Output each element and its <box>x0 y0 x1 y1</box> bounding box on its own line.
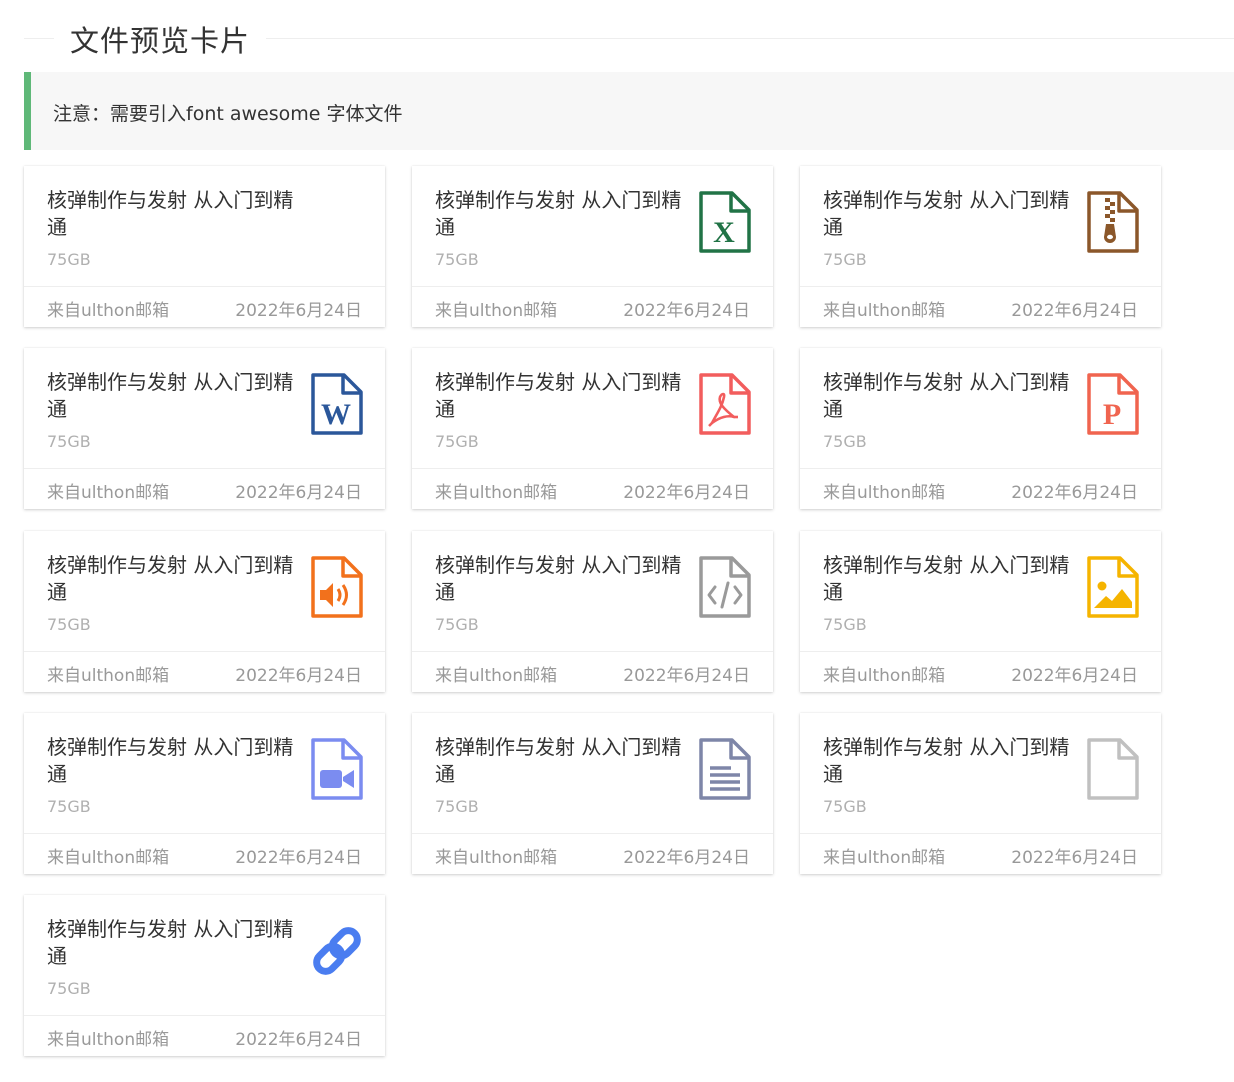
file-card[interactable]: 核弹制作与发射 从入门到精通 75GB 来自ulthon邮箱 2022年6月24日 <box>412 348 773 509</box>
page-title: 文件预览卡片 <box>70 24 251 58</box>
file-date: 2022年6月24日 <box>1011 483 1138 503</box>
file-name: 核弹制作与发射 从入门到精通 <box>823 188 1070 239</box>
file-card[interactable]: 核弹制作与发射 从入门到精通 75GB 来自ulthon邮箱 2022年6月24日 <box>24 531 385 692</box>
file-name: 核弹制作与发射 从入门到精通 <box>47 188 294 239</box>
file-date: 2022年6月24日 <box>623 301 750 321</box>
file-text-icon <box>698 738 752 800</box>
svg-text:W: W <box>321 398 351 431</box>
file-size: 75GB <box>435 250 479 269</box>
file-video-icon <box>310 738 364 800</box>
file-source: 来自ulthon邮箱 <box>823 483 946 503</box>
file-name: 核弹制作与发射 从入门到精通 <box>823 370 1070 421</box>
file-date: 2022年6月24日 <box>235 483 362 503</box>
file-size: 75GB <box>823 432 867 451</box>
file-blank-icon <box>1086 738 1140 800</box>
file-date: 2022年6月24日 <box>1011 666 1138 686</box>
notice-banner: 注意：需要引入font awesome 字体文件 <box>24 72 1234 150</box>
file-source: 来自ulthon邮箱 <box>47 1030 170 1050</box>
file-powerpoint-icon: P <box>1086 373 1140 435</box>
file-size: 75GB <box>47 979 91 998</box>
file-name: 核弹制作与发射 从入门到精通 <box>823 553 1070 604</box>
file-date: 2022年6月24日 <box>235 301 362 321</box>
file-card[interactable]: 核弹制作与发射 从入门到精通 75GB 来自ulthon邮箱 2022年6月24日 <box>24 895 385 1056</box>
section-title-row: 文件预览卡片 <box>24 16 1234 60</box>
file-name: 核弹制作与发射 从入门到精通 <box>47 735 294 786</box>
file-card[interactable]: 核弹制作与发射 从入门到精通 75GB 来自ulthon邮箱 2022年6月24日 <box>412 713 773 874</box>
file-word-icon: W <box>310 373 364 435</box>
card-divider <box>24 833 385 834</box>
file-name: 核弹制作与发射 从入门到精通 <box>435 553 682 604</box>
file-card[interactable]: 核弹制作与发射 从入门到精通 75GB 来自ulthon邮箱 2022年6月24日 <box>800 166 1161 327</box>
card-divider <box>24 286 385 287</box>
file-source: 来自ulthon邮箱 <box>47 301 170 321</box>
svg-text:P: P <box>1103 398 1121 431</box>
file-source: 来自ulthon邮箱 <box>435 301 558 321</box>
file-audio-icon <box>310 556 364 618</box>
title-divider-right <box>266 38 1234 39</box>
notice-text: 注意：需要引入font awesome 字体文件 <box>53 103 403 125</box>
file-card[interactable]: 核弹制作与发射 从入门到精通 75GB 来自ulthon邮箱 2022年6月24日 W <box>24 348 385 509</box>
file-size: 75GB <box>435 797 479 816</box>
file-size: 75GB <box>435 432 479 451</box>
file-date: 2022年6月24日 <box>623 666 750 686</box>
file-source: 来自ulthon邮箱 <box>435 666 558 686</box>
card-divider <box>412 468 773 469</box>
card-divider <box>24 468 385 469</box>
file-code-icon <box>698 556 752 618</box>
file-name: 核弹制作与发射 从入门到精通 <box>47 370 294 421</box>
file-name: 核弹制作与发射 从入门到精通 <box>435 735 682 786</box>
file-name: 核弹制作与发射 从入门到精通 <box>47 553 294 604</box>
file-source: 来自ulthon邮箱 <box>47 666 170 686</box>
file-size: 75GB <box>47 432 91 451</box>
file-name: 核弹制作与发射 从入门到精通 <box>47 917 294 968</box>
file-source: 来自ulthon邮箱 <box>435 483 558 503</box>
file-pdf-icon <box>698 373 752 435</box>
file-source: 来自ulthon邮箱 <box>823 848 946 868</box>
file-source: 来自ulthon邮箱 <box>47 848 170 868</box>
link-icon <box>310 920 364 982</box>
file-card[interactable]: 核弹制作与发射 从入门到精通 75GB 来自ulthon邮箱 2022年6月24日 X <box>412 166 773 327</box>
file-archive-icon <box>1086 191 1140 253</box>
file-card[interactable]: 核弹制作与发射 从入门到精通 75GB 来自ulthon邮箱 2022年6月24日 <box>800 713 1161 874</box>
file-date: 2022年6月24日 <box>623 483 750 503</box>
file-date: 2022年6月24日 <box>1011 301 1138 321</box>
file-size: 75GB <box>823 615 867 634</box>
file-source: 来自ulthon邮箱 <box>435 848 558 868</box>
card-divider <box>412 833 773 834</box>
card-divider <box>800 651 1161 652</box>
file-date: 2022年6月24日 <box>235 666 362 686</box>
file-name: 核弹制作与发射 从入门到精通 <box>435 370 682 421</box>
file-size: 75GB <box>47 615 91 634</box>
file-date: 2022年6月24日 <box>1011 848 1138 868</box>
file-date: 2022年6月24日 <box>235 848 362 868</box>
file-card[interactable]: 核弹制作与发射 从入门到精通 75GB 来自ulthon邮箱 2022年6月24日 <box>412 531 773 692</box>
file-size: 75GB <box>435 615 479 634</box>
file-card[interactable]: 核弹制作与发射 从入门到精通 75GB 来自ulthon邮箱 2022年6月24日 <box>24 166 385 327</box>
file-size: 75GB <box>823 250 867 269</box>
file-name: 核弹制作与发射 从入门到精通 <box>435 188 682 239</box>
svg-text:X: X <box>713 216 735 249</box>
file-date: 2022年6月24日 <box>623 848 750 868</box>
card-divider <box>800 468 1161 469</box>
card-divider <box>800 286 1161 287</box>
title-divider-left <box>24 38 54 39</box>
file-size: 75GB <box>47 797 91 816</box>
file-name: 核弹制作与发射 从入门到精通 <box>823 735 1070 786</box>
file-source: 来自ulthon邮箱 <box>823 301 946 321</box>
file-card[interactable]: 核弹制作与发射 从入门到精通 75GB 来自ulthon邮箱 2022年6月24日 P <box>800 348 1161 509</box>
file-image-icon <box>1086 556 1140 618</box>
file-card[interactable]: 核弹制作与发射 从入门到精通 75GB 来自ulthon邮箱 2022年6月24日 <box>800 531 1161 692</box>
card-divider <box>412 651 773 652</box>
file-excel-icon: X <box>698 191 752 253</box>
file-size: 75GB <box>47 250 91 269</box>
file-source: 来自ulthon邮箱 <box>47 483 170 503</box>
file-date: 2022年6月24日 <box>235 1030 362 1050</box>
card-divider <box>24 651 385 652</box>
file-source: 来自ulthon邮箱 <box>823 666 946 686</box>
card-divider <box>800 833 1161 834</box>
file-size: 75GB <box>823 797 867 816</box>
card-divider <box>24 1015 385 1016</box>
file-card[interactable]: 核弹制作与发射 从入门到精通 75GB 来自ulthon邮箱 2022年6月24日 <box>24 713 385 874</box>
card-divider <box>412 286 773 287</box>
